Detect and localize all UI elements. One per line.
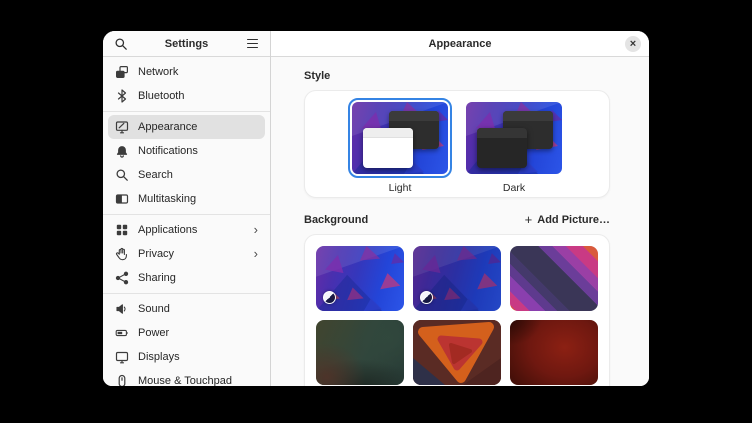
main-content: Style Li [271, 57, 649, 386]
wallpaper-image [413, 320, 501, 385]
sidebar-item-network[interactable]: Network [108, 60, 265, 84]
multitasking-icon [115, 192, 129, 206]
search-icon [115, 168, 129, 182]
hamburger-menu-icon [247, 39, 258, 49]
share-icon [115, 271, 129, 285]
settings-window: Settings Network Bluetoot [103, 31, 649, 386]
wallpaper-image [316, 320, 404, 385]
bluetooth-icon [115, 89, 129, 103]
sidebar-item-sound[interactable]: Sound [108, 297, 265, 321]
selection-ring [348, 98, 452, 178]
background-section-header: Background + Add Picture… [304, 213, 610, 226]
bell-icon [115, 144, 129, 158]
sidebar-headerbar: Settings [103, 31, 270, 57]
wallpaper-thumb-purple-waves[interactable] [510, 246, 598, 311]
sidebar-item-power[interactable]: Power [108, 321, 265, 345]
sidebar-item-multitasking[interactable]: Multitasking [108, 187, 265, 211]
sidebar-item-label: Bluetooth [138, 90, 258, 102]
dark-style-preview [466, 102, 562, 174]
dark-variant-indicator-icon [323, 291, 336, 304]
wallpaper-thumb-blue-triangles-light[interactable] [316, 246, 404, 311]
background-grid [304, 234, 610, 386]
dark-window-preview [477, 128, 528, 168]
selection-ring [462, 98, 566, 178]
desktop-background: Settings Network Bluetoot [0, 0, 752, 423]
sidebar-item-bluetooth[interactable]: Bluetooth [108, 84, 265, 108]
sidebar-item-label: Multitasking [138, 193, 258, 205]
sidebar-item-label: Mouse & Touchpad [138, 375, 258, 386]
privacy-hand-icon [115, 247, 129, 261]
wallpaper-thumb-blue-triangles-dark[interactable] [413, 246, 501, 311]
chevron-right-icon: › [254, 223, 258, 238]
sidebar-item-label: Search [138, 169, 258, 181]
wallpaper-thumb-dark-red[interactable] [510, 320, 598, 385]
sidebar-item-privacy[interactable]: Privacy › [108, 242, 265, 266]
mouse-icon [115, 374, 129, 386]
add-picture-button[interactable]: + Add Picture… [525, 213, 610, 226]
sidebar-item-sharing[interactable]: Sharing [108, 266, 265, 290]
sidebar-item-label: Displays [138, 351, 258, 363]
style-section-title: Style [304, 70, 610, 82]
wallpaper-thumb-muted-green[interactable] [316, 320, 404, 385]
chevron-right-icon: › [254, 247, 258, 262]
appearance-panel: Appearance × Style [271, 31, 649, 386]
background-section-title: Background [304, 214, 368, 226]
sidebar-item-label: Applications [138, 224, 245, 236]
sidebar-item-label: Notifications [138, 145, 258, 157]
dark-variant-indicator-icon [420, 291, 433, 304]
sidebar-item-appearance[interactable]: Appearance [108, 115, 265, 139]
sidebar-list: Network Bluetooth Appearance [103, 57, 270, 386]
speaker-icon [115, 302, 129, 316]
style-card: Light [304, 90, 610, 198]
close-icon: × [630, 37, 636, 51]
sidebar-item-displays[interactable]: Displays [108, 345, 265, 369]
sidebar-item-search[interactable]: Search [108, 163, 265, 187]
sidebar-item-label: Privacy [138, 248, 245, 260]
page-title: Appearance [429, 38, 492, 50]
sidebar-item-label: Sound [138, 303, 258, 315]
close-button[interactable]: × [625, 36, 641, 52]
style-option-label: Dark [503, 182, 525, 194]
wallpaper-thumb-orange-spiral[interactable] [413, 320, 501, 385]
light-window-preview [363, 128, 414, 168]
sidebar-separator [103, 111, 270, 112]
main-menu-button[interactable] [243, 35, 261, 53]
sidebar: Settings Network Bluetoot [103, 31, 271, 386]
search-icon [114, 37, 128, 51]
wallpaper-image [510, 246, 598, 311]
sidebar-separator [103, 293, 270, 294]
wallpaper-image [510, 320, 598, 385]
sidebar-item-mouse-touchpad[interactable]: Mouse & Touchpad [108, 369, 265, 386]
window-title: Settings [165, 38, 208, 50]
light-style-preview [352, 102, 448, 174]
main-headerbar: Appearance × [271, 31, 649, 57]
add-picture-label: Add Picture… [537, 214, 610, 226]
sidebar-item-notifications[interactable]: Notifications [108, 139, 265, 163]
display-icon [115, 350, 129, 364]
plus-icon: + [525, 213, 533, 226]
appearance-icon [115, 120, 129, 134]
search-button[interactable] [112, 35, 130, 53]
sidebar-separator [103, 214, 270, 215]
sidebar-item-label: Sharing [138, 272, 258, 284]
sidebar-item-label: Network [138, 66, 258, 78]
style-option-label: Light [389, 182, 412, 194]
applications-grid-icon [115, 223, 129, 237]
sidebar-item-label: Power [138, 327, 258, 339]
style-option-light[interactable]: Light [348, 98, 452, 194]
style-option-dark[interactable]: Dark [462, 98, 566, 194]
sidebar-item-applications[interactable]: Applications › [108, 218, 265, 242]
network-icon [115, 65, 129, 79]
battery-icon [115, 326, 129, 340]
sidebar-item-label: Appearance [138, 121, 258, 133]
